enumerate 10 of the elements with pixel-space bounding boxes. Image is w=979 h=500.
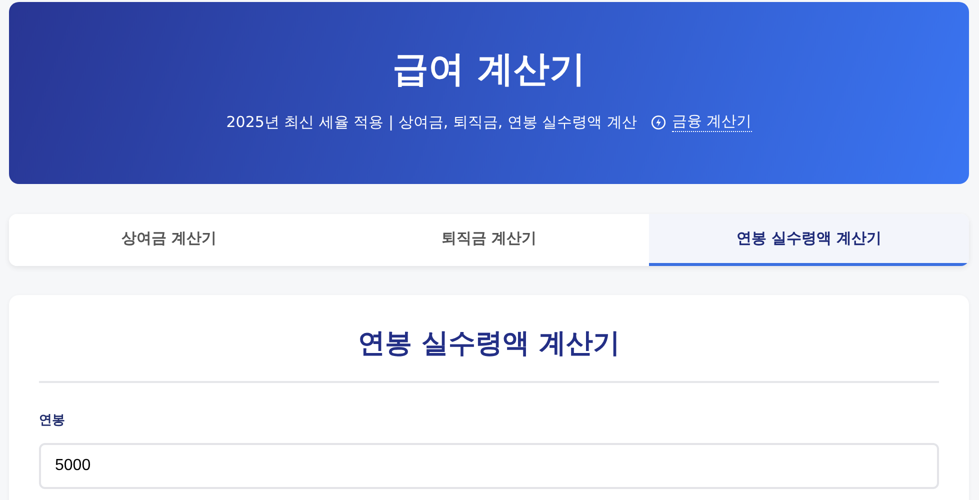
salary-input[interactable]: 5000 [39, 443, 939, 489]
tab[interactable]: 퇴직금 계산기 [329, 214, 649, 266]
section-title: 연봉 실수령액 계산기 [39, 325, 939, 383]
finance-calculator-link[interactable]: 금융 계산기 [672, 112, 752, 132]
tab[interactable]: 연봉 실수령액 계산기 [649, 214, 969, 266]
field-label: 연봉 [39, 412, 66, 429]
tab[interactable]: 상여금 계산기 [9, 214, 329, 266]
subtitle: 2025년 최신 세율 적용 | 상여금, 퇴직금, 연봉 실수령액 계산 [226, 112, 637, 132]
page-title: 급여 계산기 [392, 48, 586, 92]
lightning-icon [650, 114, 666, 130]
